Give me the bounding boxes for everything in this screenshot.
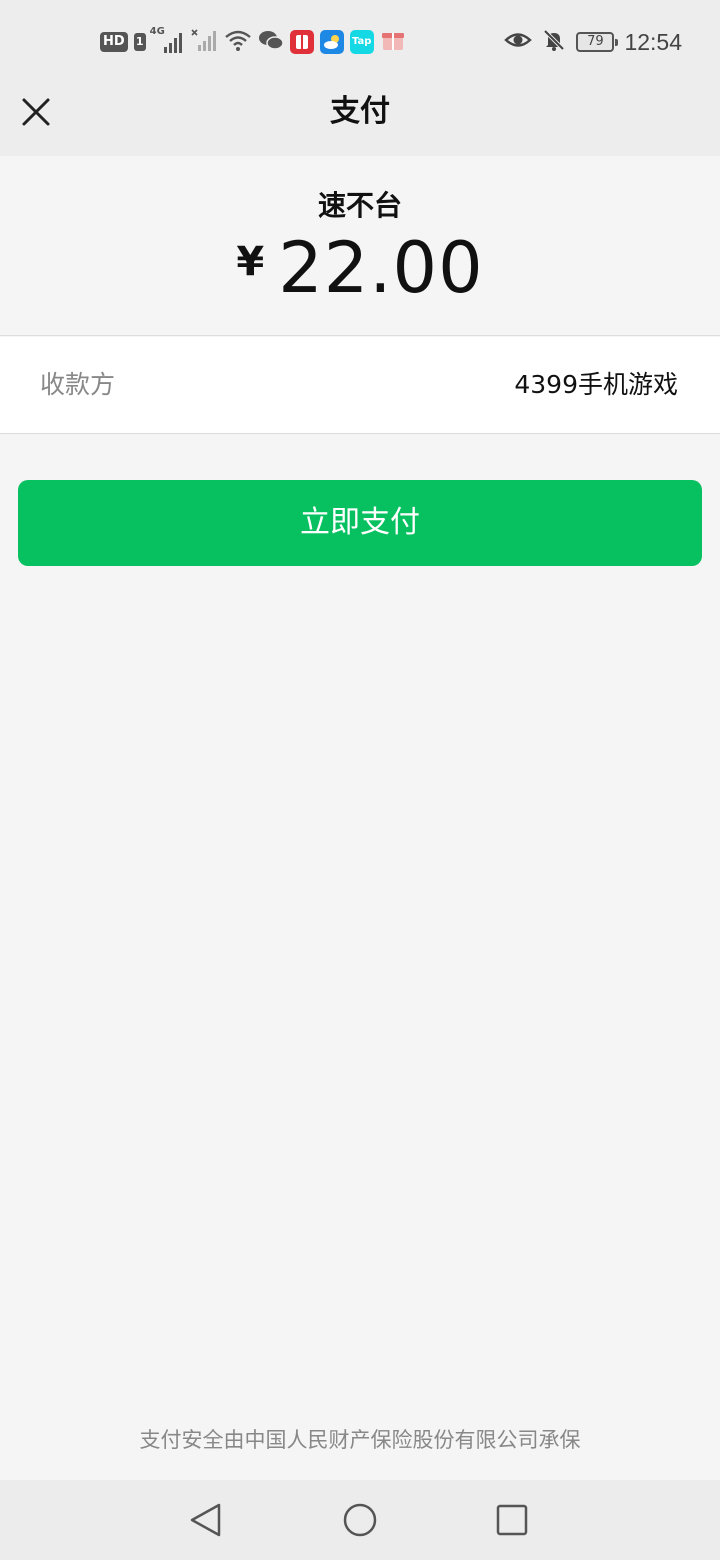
home-icon xyxy=(343,1503,377,1537)
signal-4g-icon: 4G xyxy=(150,26,184,54)
payment-summary: 速不台 ¥ 22.00 xyxy=(0,156,720,336)
amount-row: ¥ 22.00 xyxy=(0,227,720,309)
page-title: 支付 xyxy=(330,94,390,129)
eye-icon xyxy=(504,28,533,56)
back-icon xyxy=(190,1503,221,1537)
payee-label: 收款方 xyxy=(40,370,116,399)
recents-icon xyxy=(496,1504,528,1536)
nav-home-button[interactable] xyxy=(340,1500,380,1540)
status-bar: HD 1 4G Tap 79 12:54 xyxy=(0,0,720,84)
status-bar-right: 79 12:54 xyxy=(504,28,682,56)
payee-row: 收款方 4399手机游戏 xyxy=(0,337,720,434)
weather-icon xyxy=(319,30,344,54)
signal-no-sim-icon xyxy=(190,28,218,56)
hd-icon: HD xyxy=(100,32,128,52)
status-time: 12:54 xyxy=(624,28,682,55)
payment-amount: 22.00 xyxy=(278,227,484,309)
top-nav-bar: 支付 xyxy=(0,84,720,156)
app-red-icon xyxy=(289,30,314,54)
taptap-icon: Tap xyxy=(349,30,374,54)
merchant-name: 速不台 xyxy=(317,189,402,222)
status-bar-left: HD 1 4G Tap xyxy=(100,26,406,56)
payee-value: 4399手机游戏 xyxy=(514,370,678,399)
nav-back-button[interactable] xyxy=(186,1500,226,1540)
insurance-notice: 支付安全由中国人民财产保险股份有限公司承保 xyxy=(139,1428,581,1452)
signal-type-label: 4G xyxy=(149,26,165,37)
currency-symbol: ¥ xyxy=(236,239,265,285)
nav-recents-button[interactable] xyxy=(492,1500,532,1540)
mute-bell-icon xyxy=(542,28,566,56)
gift-box-icon xyxy=(380,28,406,56)
wifi-icon xyxy=(224,28,252,56)
wechat-icon xyxy=(258,28,284,56)
system-nav-bar xyxy=(0,1480,720,1560)
sim-badge: 1 xyxy=(133,33,146,51)
battery-icon: 79 xyxy=(576,32,619,52)
pay-now-button[interactable]: 立即支付 xyxy=(18,480,702,566)
